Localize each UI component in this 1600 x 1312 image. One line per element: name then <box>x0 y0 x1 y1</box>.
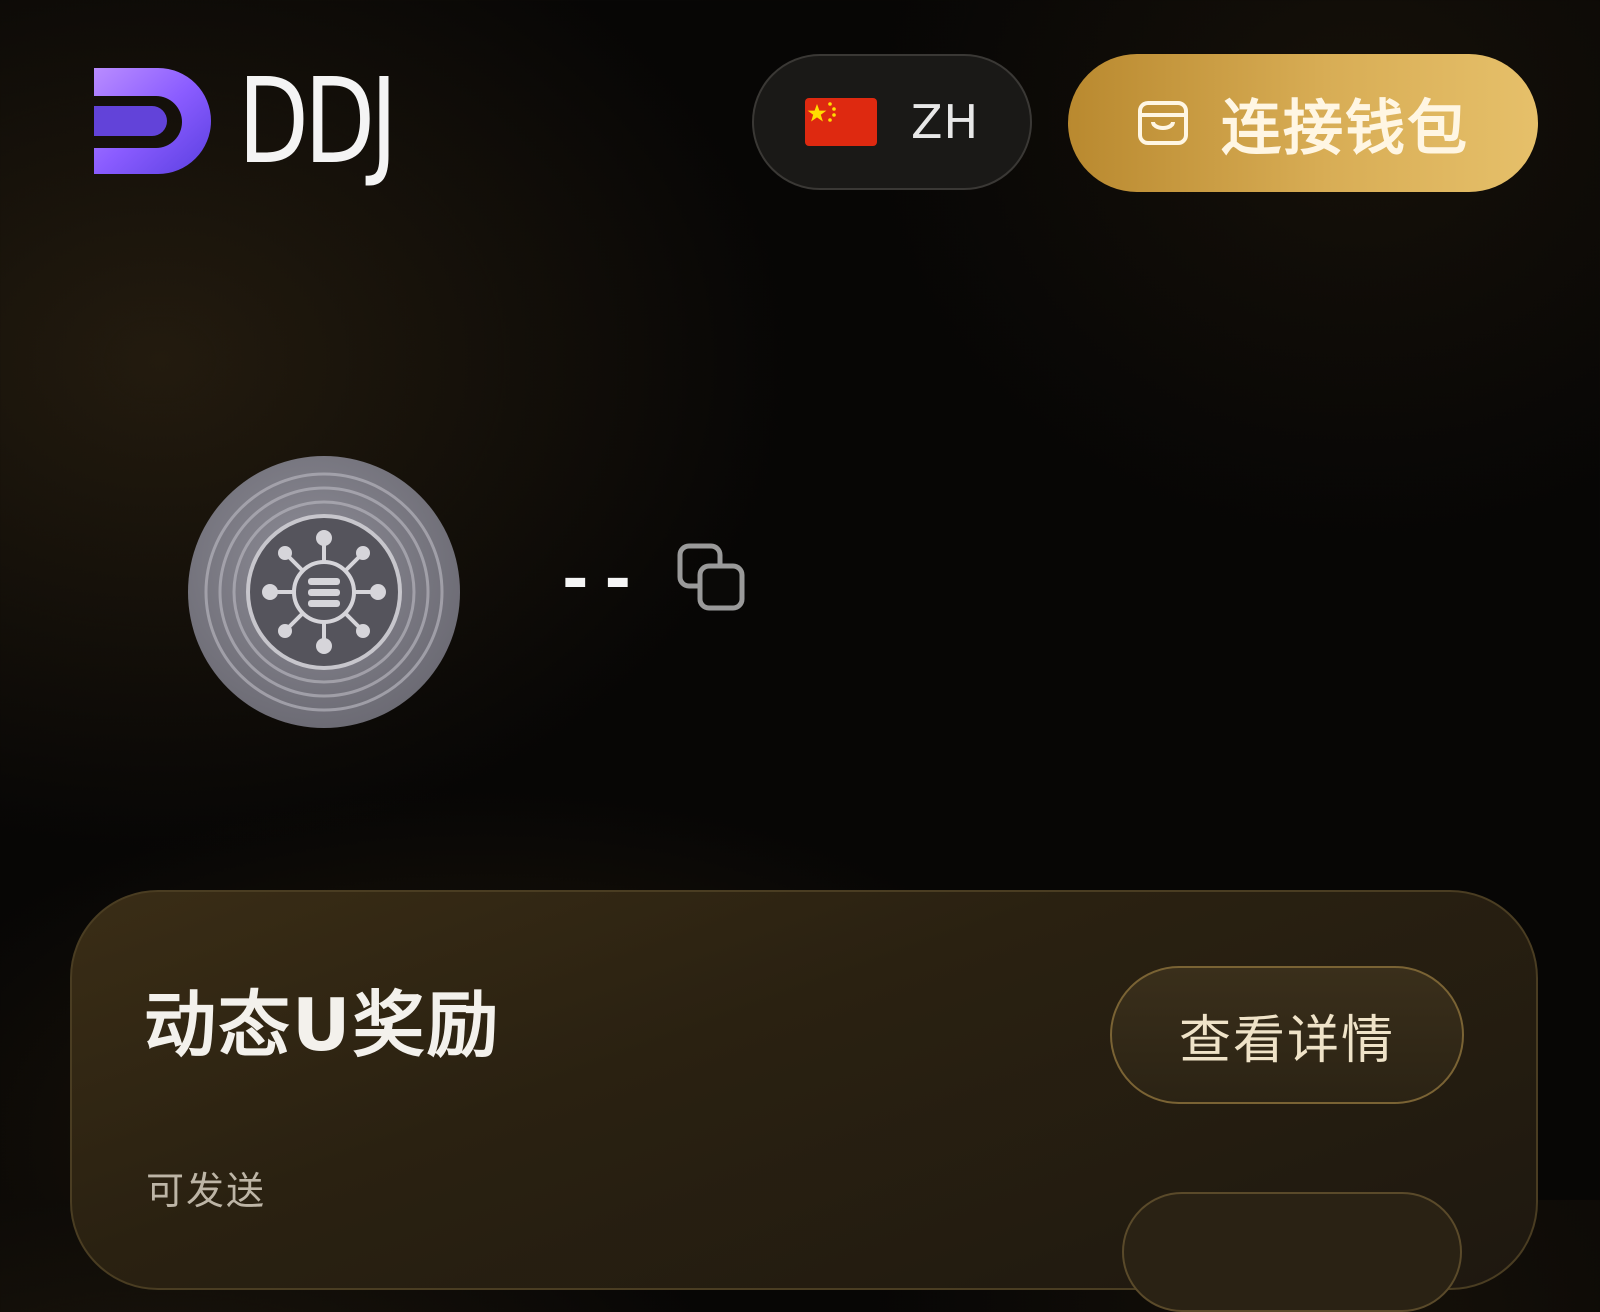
sendable-label: 可发送 <box>146 1169 267 1213</box>
view-details-button[interactable]: 查看详情 <box>1110 966 1464 1104</box>
language-selector-button[interactable]: ZH <box>752 54 1032 190</box>
language-code-label: ZH <box>910 95 980 149</box>
app-logo[interactable]: DDJ <box>86 62 437 180</box>
copy-icon <box>677 543 745 611</box>
network-coin-icon <box>188 456 460 728</box>
dynamic-reward-card: 动态U奖励 查看详情 可发送 <box>70 890 1538 1312</box>
wallet-icon <box>1138 101 1188 145</box>
send-action-button[interactable] <box>1122 1192 1462 1312</box>
connect-wallet-label: 连接钱包 <box>1221 93 1469 164</box>
connect-wallet-button[interactable]: 连接钱包 <box>1068 54 1538 192</box>
view-details-label: 查看详情 <box>1178 1010 1395 1071</box>
logo-mark-icon <box>94 68 211 174</box>
reward-card-title: 动态U奖励 <box>144 983 501 1067</box>
wallet-address-text: -- <box>556 543 642 617</box>
copy-address-button[interactable] <box>676 542 748 614</box>
china-flag-icon <box>804 98 877 146</box>
logo-text: DDJ <box>238 52 398 190</box>
